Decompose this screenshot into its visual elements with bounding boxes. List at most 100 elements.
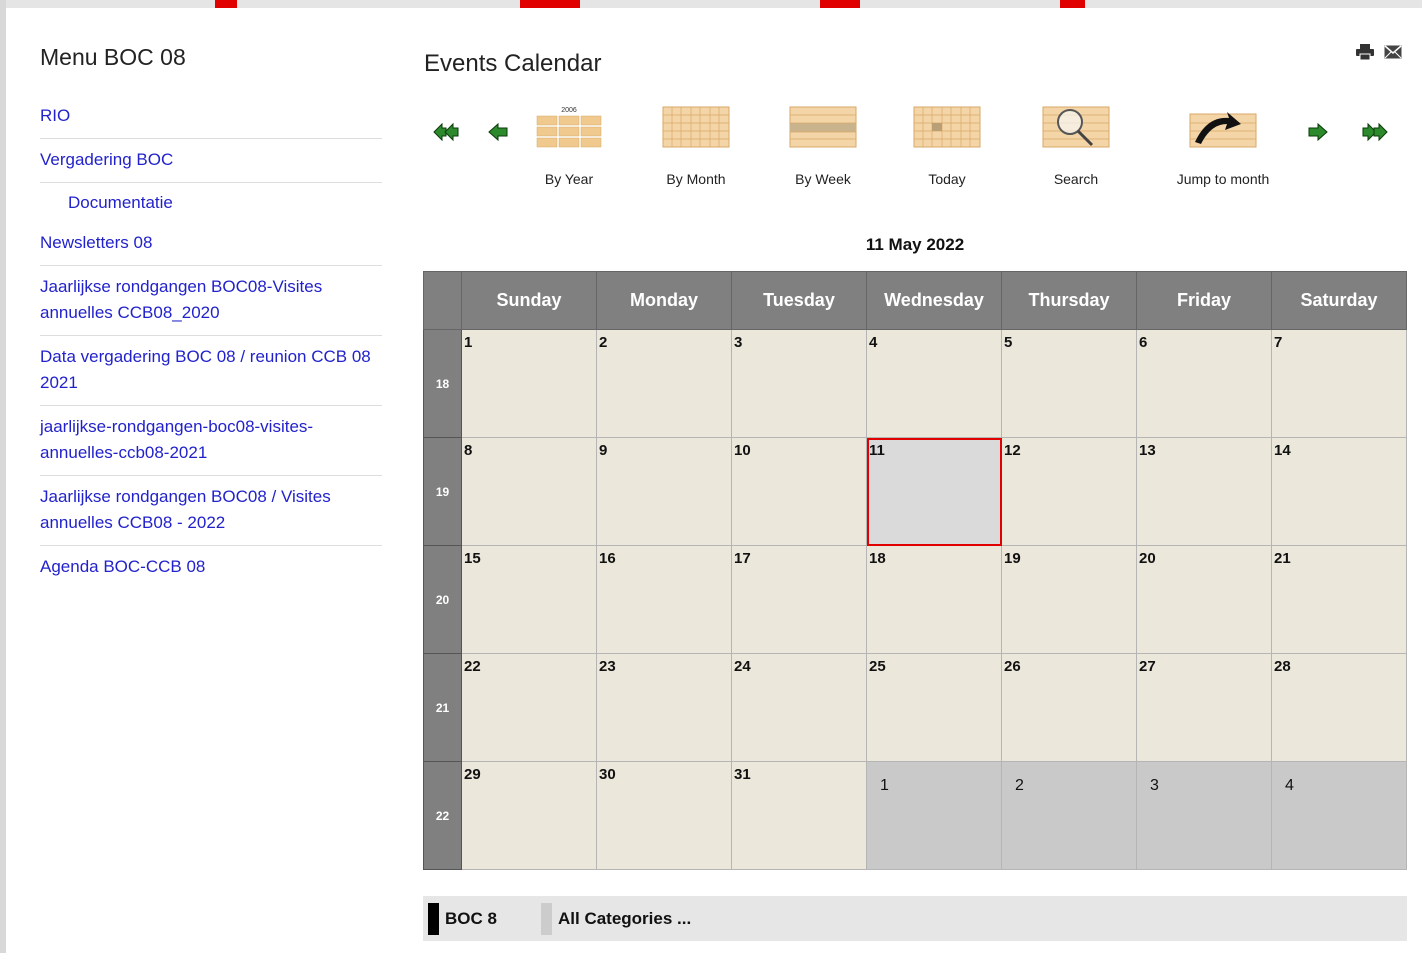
menu-item-documentatie[interactable]: Documentatie: [40, 183, 382, 222]
calendar-day-cell[interactable]: 12: [1001, 437, 1137, 546]
calendar-day-cell-today[interactable]: 11: [866, 437, 1002, 546]
day-number[interactable]: 22: [462, 654, 596, 675]
legend-label[interactable]: All Categories ...: [558, 903, 691, 935]
today-button[interactable]: Today: [912, 104, 982, 187]
next-year-arrow-icon[interactable]: [1362, 122, 1388, 142]
menu-item-rondgangen-2020[interactable]: Jaarlijkse rondgangen BOC08-Visites annu…: [40, 266, 382, 336]
calendar-day-cell[interactable]: 23: [596, 653, 732, 762]
previous-month-arrow-icon[interactable]: [486, 122, 512, 142]
day-number[interactable]: 8: [462, 438, 596, 459]
week-number[interactable]: 18: [423, 329, 462, 438]
calendar-day-cell[interactable]: 9: [596, 437, 732, 546]
calendar-day-cell[interactable]: 2: [1001, 761, 1137, 870]
calendar-day-cell[interactable]: 3: [1136, 761, 1272, 870]
day-number[interactable]: 4: [1272, 762, 1406, 795]
day-number[interactable]: 7: [1272, 330, 1406, 351]
day-number[interactable]: 6: [1137, 330, 1271, 351]
day-number[interactable]: 1: [462, 330, 596, 351]
calendar-day-cell[interactable]: 17: [731, 545, 867, 654]
calendar-day-cell[interactable]: 29: [461, 761, 597, 870]
menu-link[interactable]: Documentatie: [68, 193, 173, 212]
menu-item-rio[interactable]: RIO: [40, 103, 382, 139]
jump-to-month-button[interactable]: Jump to month: [1168, 104, 1278, 187]
calendar-day-cell[interactable]: 27: [1136, 653, 1272, 762]
week-number[interactable]: 20: [423, 545, 462, 654]
calendar-day-cell[interactable]: 4: [1271, 761, 1407, 870]
menu-link[interactable]: RIO: [40, 106, 70, 125]
calendar-day-cell[interactable]: 1: [866, 761, 1002, 870]
calendar-day-cell[interactable]: 16: [596, 545, 732, 654]
week-number[interactable]: 19: [423, 437, 462, 546]
menu-link[interactable]: Data vergadering BOC 08 / reunion CCB 08…: [40, 347, 371, 392]
calendar-day-cell[interactable]: 10: [731, 437, 867, 546]
calendar-day-cell[interactable]: 31: [731, 761, 867, 870]
calendar-day-cell[interactable]: 18: [866, 545, 1002, 654]
menu-link[interactable]: Jaarlijkse rondgangen BOC08 / Visites an…: [40, 487, 331, 532]
calendar-day-cell[interactable]: 2: [596, 329, 732, 438]
day-number[interactable]: 31: [732, 762, 866, 783]
calendar-day-cell[interactable]: 19: [1001, 545, 1137, 654]
week-number[interactable]: 21: [423, 653, 462, 762]
calendar-day-cell[interactable]: 14: [1271, 437, 1407, 546]
day-number[interactable]: 20: [1137, 546, 1271, 567]
menu-item-rondgangen-2022[interactable]: Jaarlijkse rondgangen BOC08 / Visites an…: [40, 476, 382, 546]
by-week-button[interactable]: By Week: [788, 104, 858, 187]
day-number[interactable]: 3: [1137, 762, 1271, 795]
day-number[interactable]: 14: [1272, 438, 1406, 459]
day-number[interactable]: 21: [1272, 546, 1406, 567]
day-number[interactable]: 16: [597, 546, 731, 567]
envelope-icon[interactable]: [1384, 45, 1402, 59]
calendar-day-cell[interactable]: 15: [461, 545, 597, 654]
previous-year-arrow-icon[interactable]: [433, 122, 459, 142]
day-number[interactable]: 11: [867, 438, 1001, 459]
calendar-day-cell[interactable]: 28: [1271, 653, 1407, 762]
calendar-day-cell[interactable]: 25: [866, 653, 1002, 762]
day-number[interactable]: 26: [1002, 654, 1136, 675]
calendar-day-cell[interactable]: 24: [731, 653, 867, 762]
calendar-day-cell[interactable]: 7: [1271, 329, 1407, 438]
menu-item-agenda[interactable]: Agenda BOC-CCB 08: [40, 546, 382, 589]
calendar-day-cell[interactable]: 13: [1136, 437, 1272, 546]
by-month-button[interactable]: By Month: [655, 104, 737, 187]
menu-link[interactable]: jaarlijkse-rondgangen-boc08-visites-annu…: [40, 417, 313, 462]
calendar-day-cell[interactable]: 6: [1136, 329, 1272, 438]
next-month-arrow-icon[interactable]: [1304, 122, 1330, 142]
calendar-day-cell[interactable]: 30: [596, 761, 732, 870]
calendar-day-cell[interactable]: 20: [1136, 545, 1272, 654]
menu-link[interactable]: Jaarlijkse rondgangen BOC08-Visites annu…: [40, 277, 322, 322]
by-year-button[interactable]: 2006 By Year: [534, 104, 604, 187]
day-number[interactable]: 24: [732, 654, 866, 675]
day-number[interactable]: 28: [1272, 654, 1406, 675]
calendar-day-cell[interactable]: 8: [461, 437, 597, 546]
day-number[interactable]: 27: [1137, 654, 1271, 675]
day-number[interactable]: 17: [732, 546, 866, 567]
day-number[interactable]: 30: [597, 762, 731, 783]
calendar-day-cell[interactable]: 22: [461, 653, 597, 762]
day-number[interactable]: 9: [597, 438, 731, 459]
day-number[interactable]: 19: [1002, 546, 1136, 567]
calendar-day-cell[interactable]: 5: [1001, 329, 1137, 438]
day-number[interactable]: 10: [732, 438, 866, 459]
week-number[interactable]: 22: [423, 761, 462, 870]
day-number[interactable]: 13: [1137, 438, 1271, 459]
menu-item-newsletters[interactable]: Newsletters 08: [40, 222, 382, 266]
menu-item-data-vergadering-2021[interactable]: Data vergadering BOC 08 / reunion CCB 08…: [40, 336, 382, 406]
calendar-day-cell[interactable]: 3: [731, 329, 867, 438]
day-number[interactable]: 1: [867, 762, 1001, 795]
day-number[interactable]: 2: [597, 330, 731, 351]
day-number[interactable]: 18: [867, 546, 1001, 567]
day-number[interactable]: 3: [732, 330, 866, 351]
calendar-day-cell[interactable]: 21: [1271, 545, 1407, 654]
day-number[interactable]: 12: [1002, 438, 1136, 459]
day-number[interactable]: 5: [1002, 330, 1136, 351]
day-number[interactable]: 29: [462, 762, 596, 783]
menu-item-rondgangen-2021[interactable]: jaarlijkse-rondgangen-boc08-visites-annu…: [40, 406, 382, 476]
menu-item-vergadering-boc[interactable]: Vergadering BOC: [40, 139, 382, 183]
day-number[interactable]: 2: [1002, 762, 1136, 795]
menu-link[interactable]: Newsletters 08: [40, 233, 152, 252]
calendar-day-cell[interactable]: 4: [866, 329, 1002, 438]
menu-link[interactable]: Vergadering BOC: [40, 150, 173, 169]
day-number[interactable]: 25: [867, 654, 1001, 675]
calendar-day-cell[interactable]: 1: [461, 329, 597, 438]
menu-link[interactable]: Agenda BOC-CCB 08: [40, 557, 205, 576]
